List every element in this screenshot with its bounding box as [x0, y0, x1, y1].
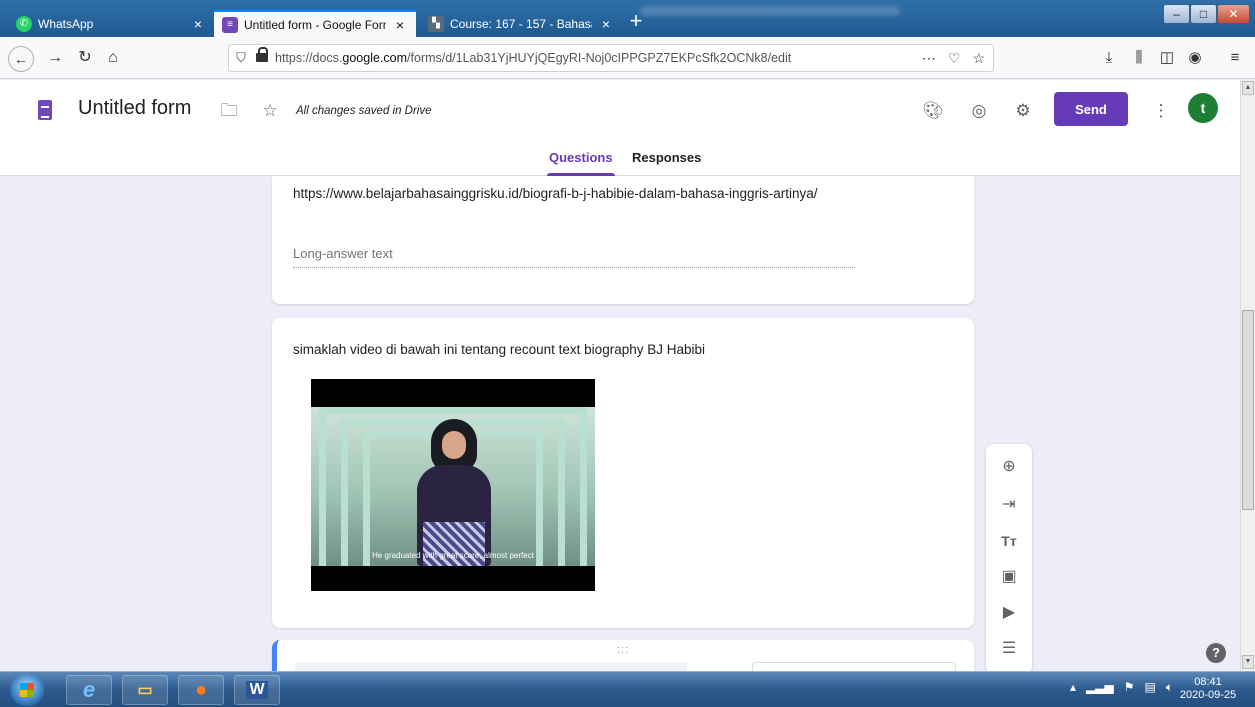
video-scene — [311, 407, 595, 566]
video-subtitle: He graduated with great score, almost pe… — [372, 551, 534, 560]
tab-questions[interactable]: Questions — [547, 150, 615, 176]
person-face — [442, 431, 466, 459]
tab-course[interactable]: ▚ Course: 167 - 157 - Bahasa Ingg × — [420, 10, 622, 37]
tab-title: Course: 167 - 157 - Bahasa Ingg — [450, 16, 592, 31]
scroll-up-arrow-icon[interactable]: ▲ — [1242, 81, 1254, 95]
browser-tab-strip: ✆ WhatsApp × ≡ Untitled form - Google Fo… — [0, 0, 1255, 37]
start-button[interactable] — [10, 674, 44, 706]
tab-title: Untitled form - Google Forms — [244, 17, 386, 32]
close-tab-icon[interactable]: × — [190, 16, 206, 32]
action-center-icon[interactable]: ⚑ — [1124, 680, 1135, 695]
add-question-icon[interactable]: ⊕ — [998, 456, 1020, 478]
tab-title: WhatsApp — [38, 16, 94, 31]
lock-icon[interactable] — [255, 47, 271, 64]
moodle-icon: ▚ — [428, 15, 444, 32]
url-prefix: https://docs. — [275, 51, 343, 65]
address-bar[interactable]: ⛉ https://docs.google.com/forms/d/1Lab31… — [228, 44, 994, 72]
tray-expand-icon[interactable]: ▴ — [1070, 680, 1076, 695]
close-window-button[interactable]: ✕ — [1217, 4, 1250, 24]
scroll-thumb[interactable] — [1242, 310, 1254, 510]
add-video-icon[interactable]: ▶ — [998, 602, 1020, 624]
scroll-down-arrow-icon[interactable]: ▼ — [1242, 655, 1254, 669]
system-tray: ▴ ▂▃▅ ⚑ ▤ 🔈︎ — [1070, 680, 1173, 695]
minimize-button[interactable]: – — [1163, 4, 1190, 24]
maximize-button[interactable]: □ — [1190, 4, 1217, 24]
help-icon[interactable]: ? — [1206, 643, 1226, 663]
page-actions-icon[interactable]: ⋯ — [922, 50, 936, 67]
reload-icon[interactable]: ↻ — [74, 47, 96, 69]
import-questions-icon[interactable]: ⇥ — [998, 494, 1020, 516]
library-icon[interactable]: ⫼ — [1128, 47, 1150, 69]
window-title-glow — [640, 6, 900, 16]
clock-time: 08:41 — [1194, 676, 1222, 688]
sidebar-toggle-icon[interactable]: ◫ — [1156, 47, 1178, 69]
whatsapp-icon: ✆ — [16, 15, 32, 32]
video-title[interactable]: simaklah video di bawah ini tentang reco… — [293, 342, 705, 357]
question-card-long-answer[interactable]: https://www.belajarbahasainggrisku.id/bi… — [272, 176, 974, 304]
url-path: /forms/d/1Lab31YjHUYjQEgyRI-Noj0cIPPGPZ7… — [407, 51, 792, 65]
page-scrollbar[interactable]: ▲ ▼ — [1240, 80, 1255, 671]
firefox-icon[interactable]: ● — [178, 675, 224, 705]
internet-explorer-icon[interactable]: e — [66, 675, 112, 705]
tracking-shield-icon[interactable]: ⛉ — [229, 50, 253, 66]
home-icon[interactable]: ⌂ — [102, 47, 124, 69]
pocket-icon[interactable]: ♡ — [948, 50, 961, 67]
close-tab-icon[interactable]: × — [392, 17, 408, 33]
add-title-icon[interactable]: Tт — [998, 530, 1020, 552]
add-image-icon[interactable]: ▣ — [998, 566, 1020, 588]
forward-icon[interactable]: → — [44, 47, 66, 69]
tab-whatsapp[interactable]: ✆ WhatsApp × — [8, 10, 214, 37]
url-domain: google.com — [342, 51, 408, 65]
downloads-icon[interactable]: ⤓ — [1098, 47, 1120, 69]
preview-eye-icon[interactable]: ◎ — [968, 100, 990, 122]
form-tabs: Questions Responses — [0, 150, 1240, 176]
palette-icon[interactable]: 🎨︎ — [922, 100, 944, 122]
windows-taskbar: e ▭ ● W ▴ ▂▃▅ ⚑ ▤ 🔈︎ 08:41 2020-09-25 — [0, 671, 1255, 707]
close-tab-icon[interactable]: × — [598, 16, 614, 32]
network-icon[interactable]: ▤ — [1144, 680, 1155, 695]
more-options-icon[interactable]: ⋮ — [1150, 100, 1172, 122]
new-tab-button[interactable]: + — [626, 10, 646, 32]
send-button[interactable]: Send — [1054, 92, 1128, 126]
tab-google-forms[interactable]: ≡ Untitled form - Google Forms × — [214, 10, 416, 37]
word-icon[interactable]: W — [234, 675, 280, 705]
url-text[interactable]: https://docs.google.com/forms/d/1Lab31Yj… — [275, 51, 922, 65]
back-icon[interactable]: ← — [8, 46, 34, 72]
google-forms-icon: ≡ — [222, 16, 238, 33]
folder-icon[interactable]: 🗀 — [218, 100, 240, 122]
menu-icon[interactable]: ≡ — [1224, 47, 1246, 69]
form-title[interactable]: Untitled form — [78, 97, 191, 120]
file-explorer-icon[interactable]: ▭ — [122, 675, 168, 705]
question-title[interactable]: https://www.belajarbahasainggrisku.id/bi… — [293, 186, 818, 201]
signal-icon[interactable]: ▂▃▅ — [1086, 680, 1114, 695]
browser-navigation-bar: ← → ↻ ⌂ ⛉ https://docs.google.com/forms/… — [0, 37, 1255, 79]
question-toolbar: ⊕ ⇥ Tт ▣ ▶ ☰ — [986, 444, 1032, 674]
google-forms-logo-icon[interactable] — [38, 100, 52, 120]
drag-handle-icon[interactable]: ::: — [617, 644, 629, 656]
clock-date: 2020-09-25 — [1179, 689, 1237, 701]
star-icon[interactable]: ☆ — [259, 100, 281, 122]
system-clock[interactable]: 08:41 2020-09-25 — [1178, 676, 1238, 702]
video-thumbnail[interactable]: He graduated with great score, almost pe… — [311, 379, 595, 591]
save-status: All changes saved in Drive — [296, 105, 432, 117]
forms-header: Untitled form 🗀 ☆ All changes saved in D… — [0, 80, 1240, 176]
settings-gear-icon[interactable]: ⚙ — [1012, 100, 1034, 122]
avatar[interactable]: t — [1188, 93, 1218, 123]
bookmark-star-icon[interactable]: ☆ — [972, 50, 985, 67]
volume-icon[interactable]: 🔈︎ — [1166, 680, 1173, 695]
account-icon[interactable]: ◉ — [1184, 47, 1206, 69]
long-answer-field: Long-answer text — [293, 246, 855, 268]
tab-responses[interactable]: Responses — [632, 150, 701, 176]
add-section-icon[interactable]: ☰ — [998, 638, 1020, 660]
video-card[interactable]: simaklah video di bawah ini tentang reco… — [272, 318, 974, 628]
